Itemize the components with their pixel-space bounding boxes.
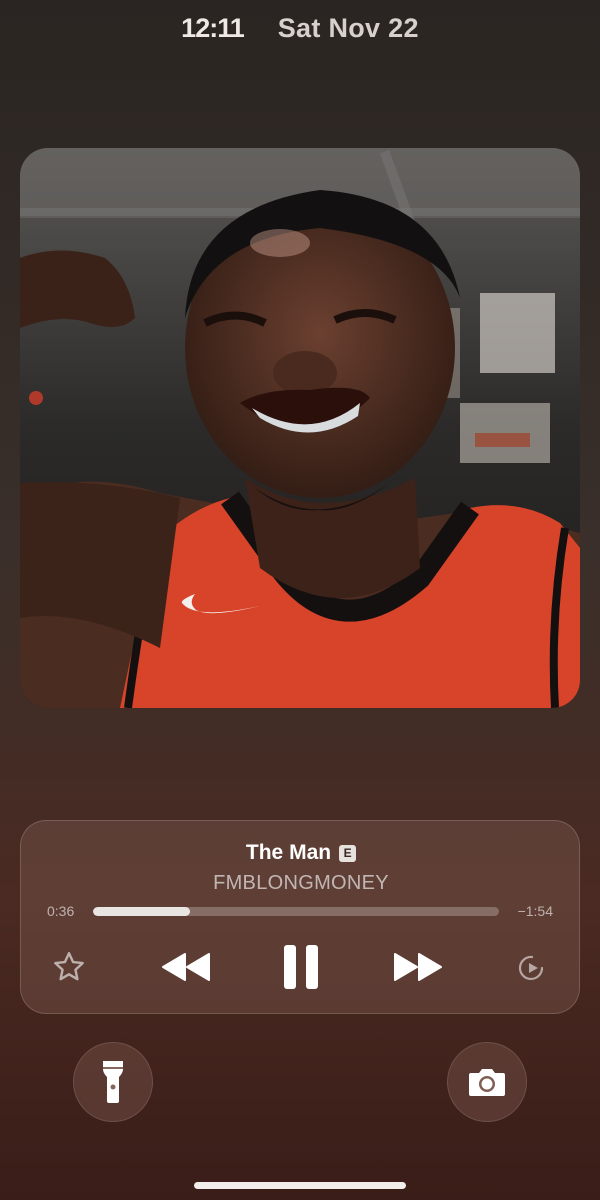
elapsed-time: 0:36	[47, 903, 75, 919]
playback-progress-fill	[93, 907, 191, 916]
camera-icon	[469, 1069, 505, 1096]
camera-button[interactable]	[447, 1042, 527, 1122]
track-artist[interactable]: FMBLONGMONEY	[21, 872, 581, 895]
now-playing-widget[interactable]: The Man E FMBLONGMONEY 0:36 −1:54	[20, 820, 580, 1014]
track-title: The Man	[245, 841, 332, 864]
flashlight-icon	[103, 1061, 123, 1103]
remaining-time: −1:54	[517, 903, 553, 919]
next-track-button[interactable]	[389, 945, 447, 989]
clock-date: Sat Nov 22	[277, 12, 419, 43]
audio-output-button[interactable]	[513, 949, 551, 987]
lockscreen-header: 12:11 Sat Nov 22	[0, 8, 600, 48]
clock-time: 12:11	[181, 12, 245, 43]
previous-track-button[interactable]	[157, 945, 215, 989]
fast-forward-icon	[394, 953, 442, 981]
rewind-icon	[162, 953, 210, 981]
track-title-row: The Man E	[21, 841, 581, 865]
pause-icon	[284, 945, 318, 989]
album-artwork-image	[20, 148, 580, 708]
flashlight-button[interactable]	[73, 1042, 153, 1122]
playback-controls	[21, 941, 581, 993]
album-artwork[interactable]	[20, 148, 580, 708]
home-indicator[interactable]	[194, 1182, 406, 1189]
star-icon	[54, 952, 84, 981]
playback-scrubber[interactable]	[93, 907, 499, 916]
explicit-badge: E	[339, 844, 357, 862]
airplay-icon	[518, 955, 544, 980]
play-pause-button[interactable]	[276, 941, 326, 993]
favorite-button[interactable]	[49, 947, 89, 987]
